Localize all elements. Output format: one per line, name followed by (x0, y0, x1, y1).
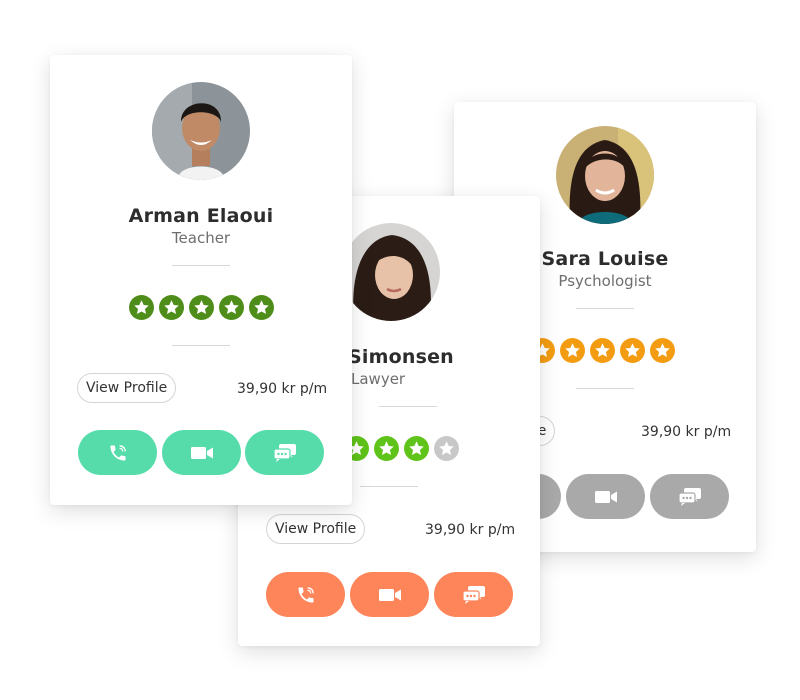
video-call-button[interactable] (350, 572, 429, 617)
star-icon (403, 436, 429, 461)
view-profile-button[interactable]: View Profile (77, 373, 177, 403)
star-icon (248, 295, 274, 320)
chat-button[interactable] (434, 572, 513, 617)
video-call-button[interactable] (566, 474, 645, 519)
chat-button[interactable] (245, 430, 324, 475)
call-button[interactable] (266, 572, 345, 617)
star-icon (218, 295, 244, 320)
star-icon (649, 338, 675, 363)
divider (576, 388, 634, 389)
star-icon (188, 295, 214, 320)
profile-name: Arman Elaoui (128, 205, 274, 227)
action-buttons (266, 572, 513, 617)
profile-role: Teacher (171, 229, 231, 247)
avatar (342, 223, 440, 321)
chat-button[interactable] (650, 474, 729, 519)
divider (360, 486, 418, 487)
star-icon (158, 295, 184, 320)
price: 39,90 kr p/m (641, 424, 732, 440)
price: 39,90 kr p/m (237, 381, 328, 397)
price: 39,90 kr p/m (425, 522, 516, 538)
profile-card-arman-elaoui: Arman Elaoui Teacher View Profile 39,90 … (50, 55, 352, 505)
video-call-button[interactable] (162, 430, 241, 475)
divider (379, 406, 437, 407)
star-icon (373, 436, 399, 461)
star-icon (619, 338, 645, 363)
rating-stars (50, 295, 352, 323)
profile-role: Lawyer (351, 370, 406, 388)
avatar (556, 126, 654, 224)
divider (576, 308, 634, 309)
star-icon (433, 436, 459, 461)
divider (172, 265, 230, 266)
profile-name: Simonsen (348, 346, 454, 368)
divider (172, 345, 230, 346)
avatar (152, 82, 250, 180)
action-buttons (78, 430, 324, 475)
call-button[interactable] (78, 430, 157, 475)
view-profile-button[interactable]: View Profile (266, 514, 366, 544)
star-icon (128, 295, 154, 320)
star-icon (589, 338, 615, 363)
star-icon (559, 338, 585, 363)
